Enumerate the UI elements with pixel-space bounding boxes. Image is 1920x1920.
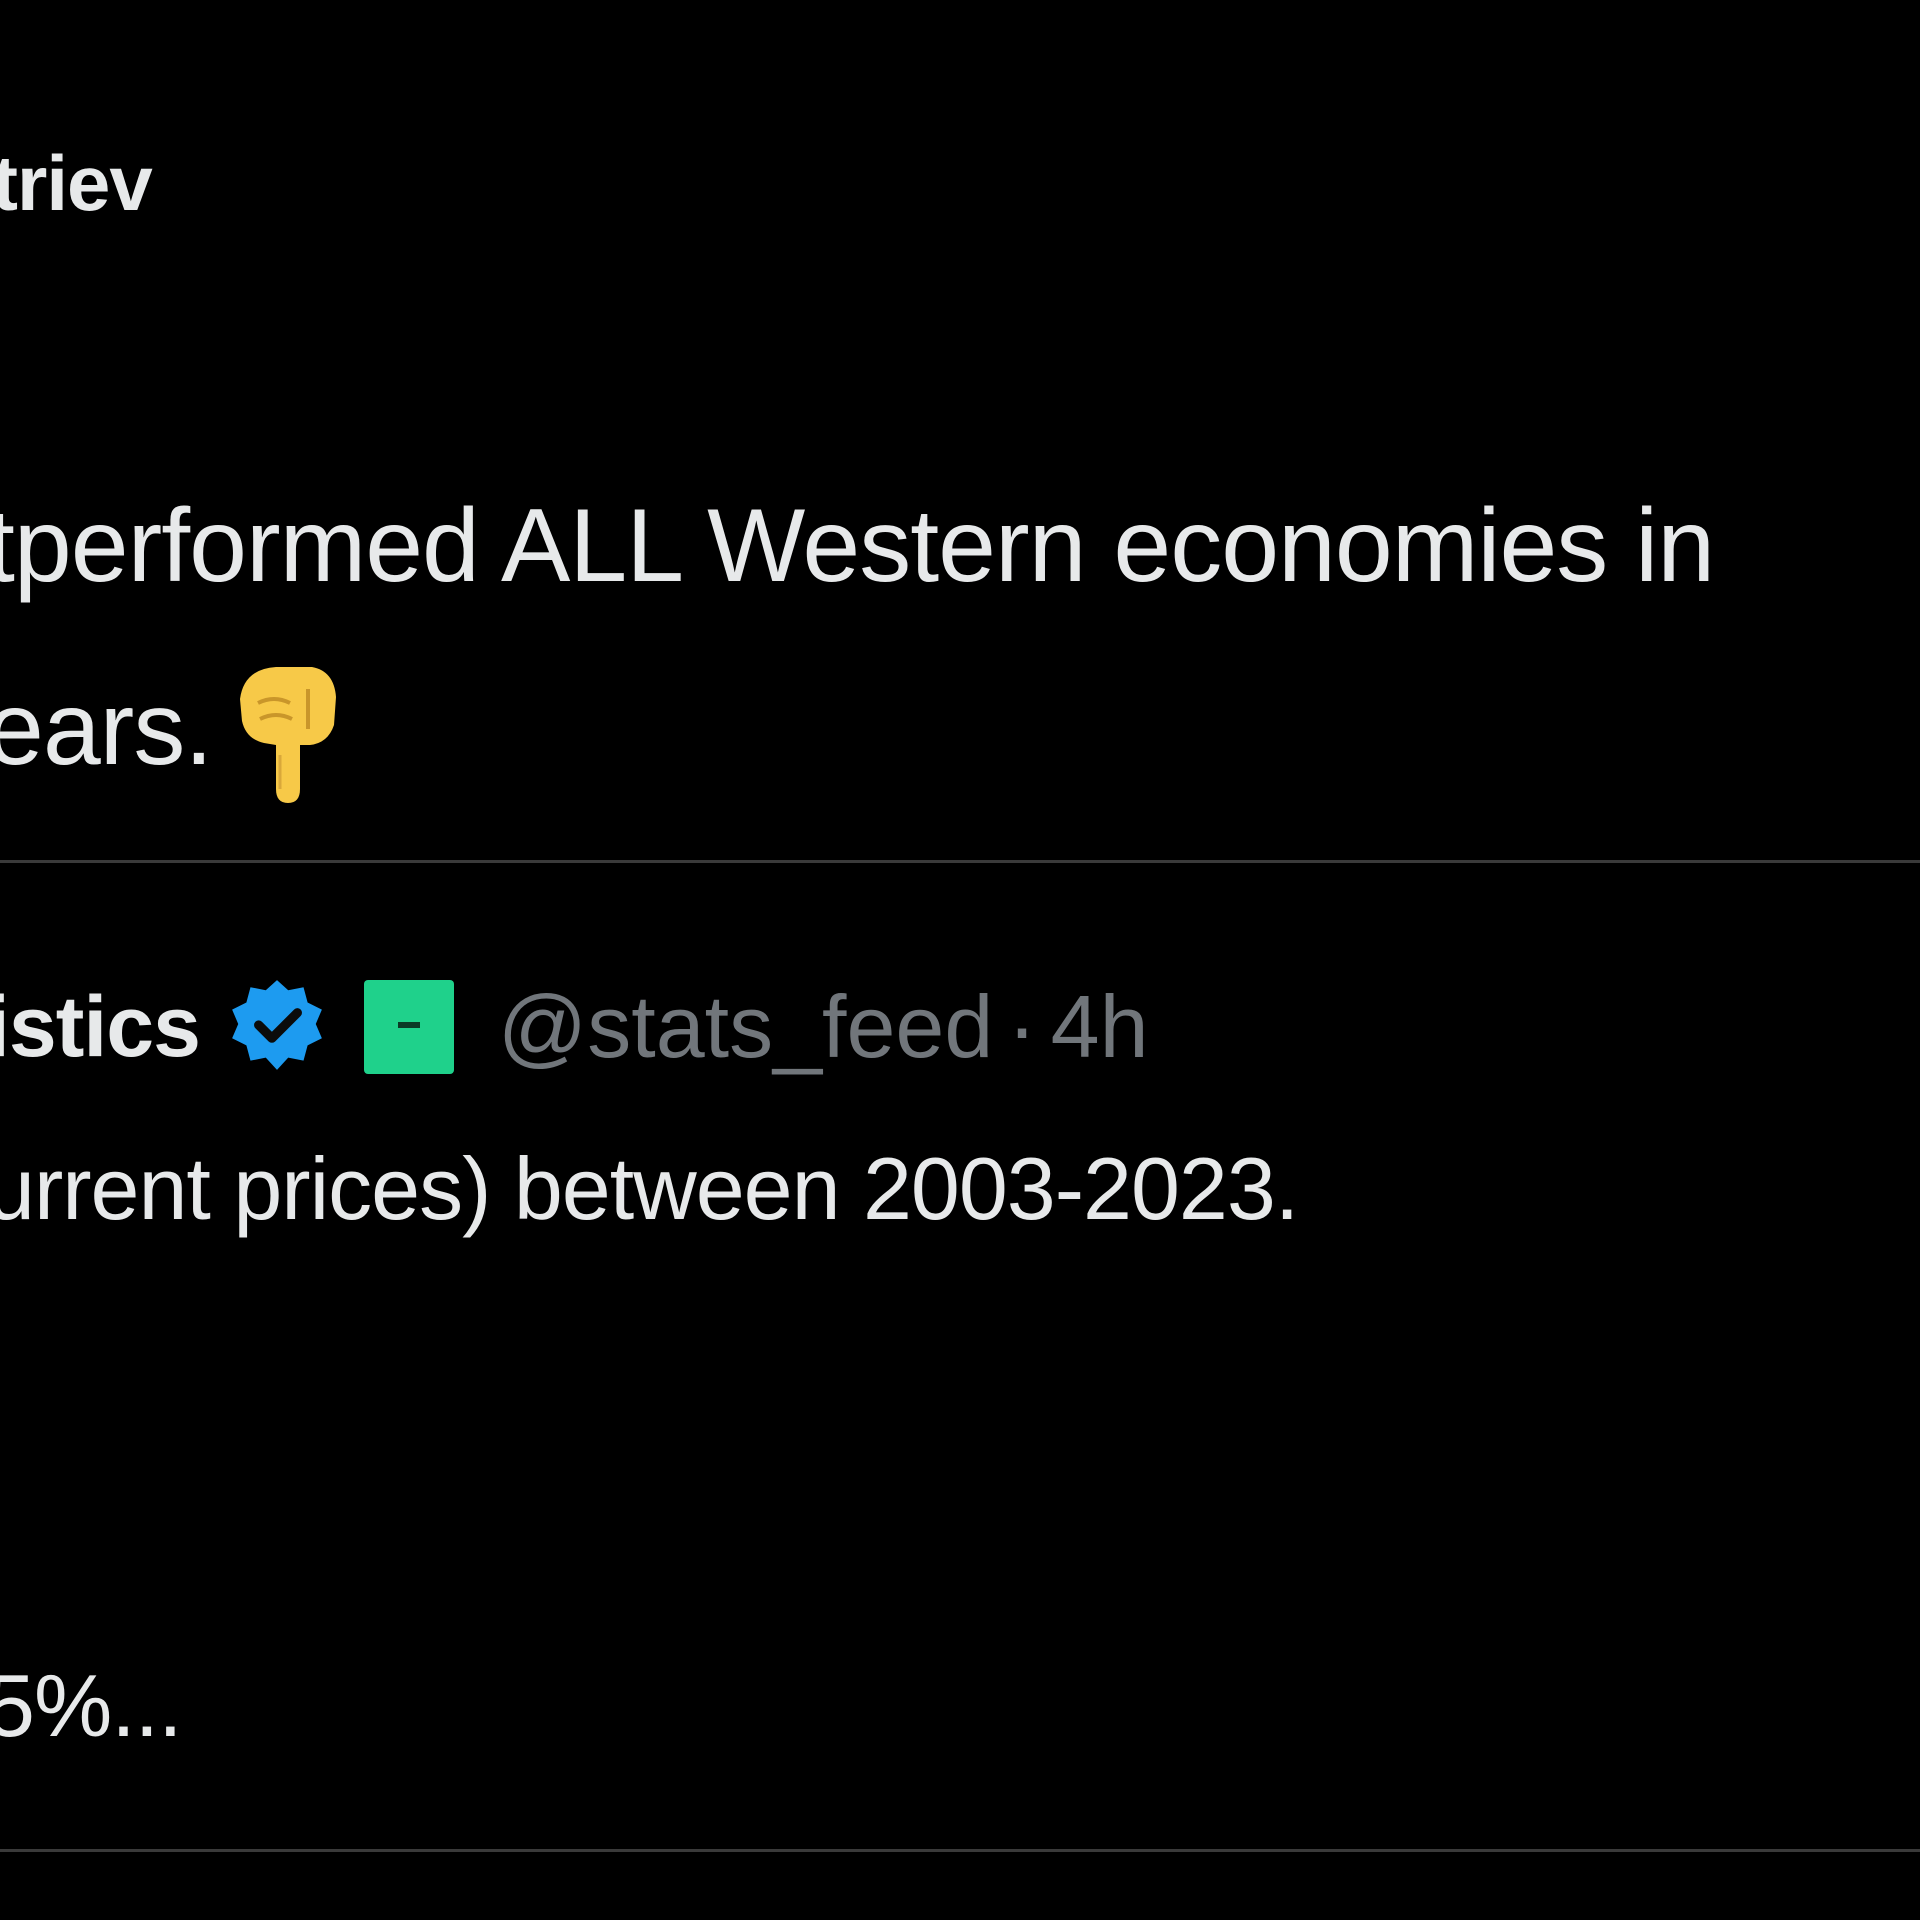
pointing-down-emoji-icon [230,659,346,805]
quoted-post-text-line-1: urrent prices) between 2003-2023. [0,1139,1299,1238]
quoted-post-handle[interactable]: @stats_feed [498,976,993,1078]
quoted-post-author-name[interactable]: istics [0,978,201,1077]
post-text-line-2: ears. [0,670,213,787]
separator-dot: · [1007,977,1037,1076]
post-author-name[interactable]: triev [0,138,153,229]
quoted-post-header: istics @stats_feed · 4h [0,972,1149,1082]
post-text-line-2-wrapper: ears. [0,653,346,805]
quoted-post-text-line-2: 5%... [0,1656,183,1755]
divider [0,860,1920,863]
post-text-line-1: tperformed ALL Western economies in [0,488,1715,604]
divider [0,1849,1920,1852]
affiliate-badge-icon [363,980,454,1074]
quoted-post-timestamp[interactable]: 4h [1051,976,1149,1078]
verified-badge-icon [226,976,328,1078]
